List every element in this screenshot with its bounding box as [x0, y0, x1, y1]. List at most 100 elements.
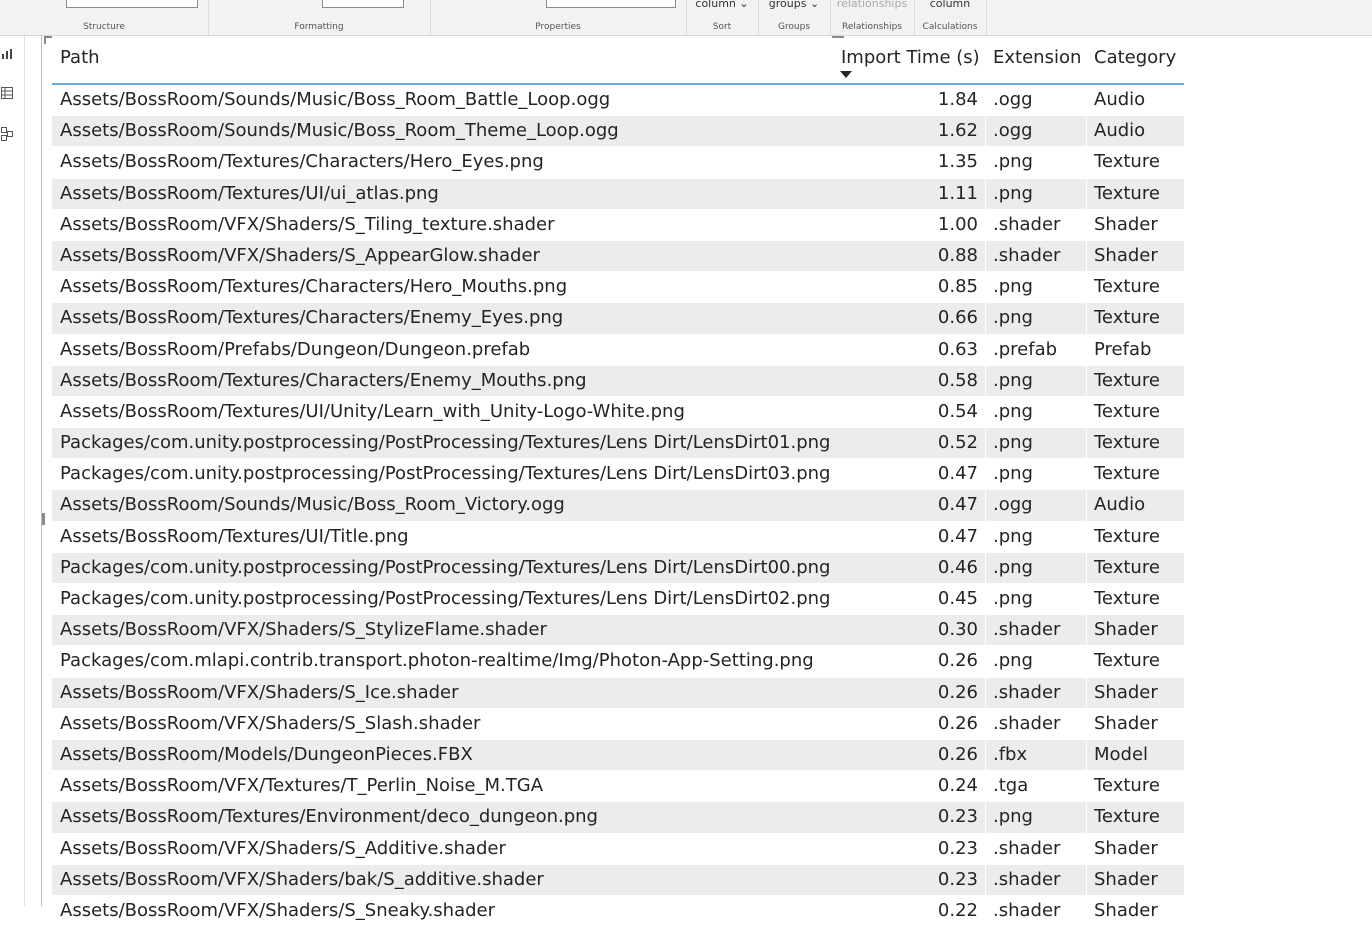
table-row[interactable]: Assets/BossRoom/VFX/Shaders/S_Sneaky.sha…	[52, 895, 1184, 927]
ribbon-group-label: Sort	[712, 22, 732, 32]
report-view-icon[interactable]	[0, 48, 14, 62]
table-row[interactable]: Packages/com.unity.postprocessing/PostPr…	[52, 428, 1184, 460]
ribbon-group-label: Groups	[777, 22, 811, 32]
table-row[interactable]: Assets/BossRoom/VFX/Shaders/S_Slash.shad…	[52, 708, 1184, 740]
table-row[interactable]: Assets/BossRoom/Sounds/Music/Boss_Room_V…	[52, 490, 1184, 522]
column-separator	[985, 240, 986, 272]
model-view-icon[interactable]	[0, 127, 14, 141]
column-separator	[985, 116, 986, 147]
cell-extension: .fbx	[993, 743, 1028, 765]
data-view-icon[interactable]	[0, 87, 14, 101]
view-rail	[0, 36, 25, 906]
column-separator	[1086, 708, 1087, 739]
cell-import-time: 0.23	[937, 868, 978, 890]
cell-extension: .shader	[993, 899, 1061, 921]
cell-category: Shader	[1094, 837, 1158, 859]
cell-path: Assets/BossRoom/Prefabs/Dungeon/Dungeon.…	[60, 338, 531, 360]
table-row[interactable]: Assets/BossRoom/Sounds/Music/Boss_Room_B…	[52, 85, 1184, 117]
table-row[interactable]: Assets/BossRoom/Textures/UI/Title.png 0.4…	[52, 521, 1184, 553]
cell-path: Assets/BossRoom/Textures/Characters/Hero…	[60, 151, 544, 173]
cell-path: Assets/BossRoom/VFX/Shaders/S_Sneaky.sha…	[60, 899, 496, 921]
cell-import-time: 0.66	[937, 307, 978, 329]
cell-category: Texture	[1094, 432, 1160, 454]
manage-relationships-button[interactable]: relationships	[830, 0, 914, 10]
column-separator	[1086, 771, 1087, 802]
cell-extension: .shader	[993, 712, 1061, 734]
table-row[interactable]: Assets/BossRoom/Textures/Characters/Hero…	[52, 147, 1184, 179]
cell-import-time: 0.26	[937, 650, 978, 672]
cell-category: Texture	[1094, 400, 1160, 422]
table-row[interactable]: Assets/BossRoom/Prefabs/Dungeon/Dungeon.…	[52, 334, 1184, 366]
cell-extension: .png	[993, 369, 1033, 391]
table-row[interactable]: Packages/com.unity.postprocessing/PostPr…	[52, 552, 1184, 584]
chevron-down-icon: ⌄	[809, 0, 820, 10]
visual-corner-handle[interactable]	[44, 36, 52, 44]
cell-category: Texture	[1094, 588, 1160, 609]
cell-import-time: 0.85	[937, 276, 978, 298]
ribbon-group-calculations: column Calculations	[914, 0, 987, 35]
table-row[interactable]: Assets/BossRoom/Textures/Environment/dec…	[52, 802, 1184, 834]
table-row[interactable]: Assets/BossRoom/VFX/Shaders/S_Ice.shader…	[52, 677, 1184, 709]
table-row[interactable]: Assets/BossRoom/VFX/Textures/T_Perlin_No…	[52, 771, 1184, 803]
column-resize-handle[interactable]	[832, 36, 844, 38]
new-column-button[interactable]: column	[914, 0, 986, 10]
cell-extension: .shader	[993, 681, 1061, 703]
column-header-path[interactable]: Path	[60, 47, 100, 68]
column-separator	[1086, 584, 1087, 615]
cell-extension: .prefab	[993, 338, 1058, 360]
cell-extension: .shader	[993, 213, 1061, 235]
table-row[interactable]: Assets/BossRoom/Textures/Characters/Enem…	[52, 365, 1184, 397]
column-separator	[985, 303, 986, 334]
name-field[interactable]	[66, 0, 198, 8]
column-separator	[1086, 116, 1087, 147]
column-separator	[985, 209, 986, 240]
cell-import-time: 0.26	[937, 712, 978, 734]
cell-import-time: 0.47	[937, 463, 978, 485]
ribbon-group-label: Properties	[535, 22, 581, 32]
sort-by-column-button[interactable]: column ⌄	[686, 0, 758, 10]
cell-import-time: 0.58	[937, 369, 978, 391]
table-row[interactable]: Assets/BossRoom/Sounds/Music/Boss_Room_T…	[52, 116, 1184, 148]
column-separator	[1086, 428, 1087, 459]
column-separator	[985, 147, 986, 178]
table-row[interactable]: Packages/com.mlapi.contrib.transport.pho…	[52, 646, 1184, 678]
column-separator	[1086, 615, 1087, 646]
table-row[interactable]: Assets/BossRoom/Textures/UI/ui_atlas.png…	[52, 178, 1184, 210]
table-row[interactable]: Assets/BossRoom/VFX/Shaders/S_Additive.s…	[52, 833, 1184, 865]
table-row[interactable]: Assets/BossRoom/VFX/Shaders/S_Tiling_tex…	[52, 209, 1184, 241]
table-row[interactable]: Assets/BossRoom/Textures/Characters/Hero…	[52, 272, 1184, 304]
column-separator	[1086, 490, 1087, 521]
column-separator	[985, 646, 986, 677]
cell-category: Prefab	[1094, 338, 1152, 360]
table-row[interactable]: Packages/com.unity.postprocessing/PostPr…	[52, 584, 1184, 616]
table-row[interactable]: Assets/BossRoom/Models/DungeonPieces.FBX…	[52, 739, 1184, 772]
cell-path: Assets/BossRoom/Textures/UI/Unity/Learn_…	[60, 400, 685, 422]
cell-import-time: 0.63	[937, 338, 978, 360]
table-row[interactable]: Assets/BossRoom/Textures/Characters/Enem…	[52, 303, 1184, 335]
column-separator	[985, 552, 986, 583]
table-row[interactable]: Packages/com.unity.postprocessing/PostPr…	[52, 459, 1184, 491]
column-separator	[1086, 209, 1087, 240]
cell-category: Shader	[1094, 244, 1158, 266]
cell-path: Assets/BossRoom/VFX/Shaders/S_Ice.shader	[60, 681, 459, 703]
cell-path: Assets/BossRoom/VFX/Shaders/S_StylizeFla…	[60, 619, 547, 641]
column-header-import-time[interactable]: Import Time (s)	[841, 47, 980, 68]
cell-extension: .png	[993, 307, 1033, 329]
cell-category: Texture	[1094, 775, 1160, 797]
cell-path: Packages/com.unity.postprocessing/PostPr…	[60, 588, 831, 609]
table-row[interactable]: Assets/BossRoom/VFX/Shaders/S_StylizeFla…	[52, 615, 1184, 647]
cell-extension: .png	[993, 525, 1033, 547]
column-header-extension[interactable]: Extension	[993, 47, 1081, 68]
data-category-dropdown[interactable]	[546, 0, 676, 8]
report-canvas: Path Import Time (s) Extension Category …	[25, 36, 1372, 927]
visual-resize-handle[interactable]	[42, 513, 45, 525]
table-row[interactable]: Assets/BossRoom/Textures/UI/Unity/Learn_…	[52, 396, 1184, 429]
decimal-places-field[interactable]	[322, 0, 404, 8]
column-separator	[985, 584, 986, 615]
data-groups-button[interactable]: groups ⌄	[758, 0, 830, 10]
table-row[interactable]: Assets/BossRoom/VFX/Shaders/bak/S_additi…	[52, 864, 1184, 896]
cell-path: Assets/BossRoom/Sounds/Music/Boss_Room_T…	[60, 120, 619, 142]
column-header-category[interactable]: Category	[1094, 47, 1176, 68]
cell-extension: .png	[993, 182, 1033, 204]
table-row[interactable]: Assets/BossRoom/VFX/Shaders/S_AppearGlow…	[52, 240, 1184, 273]
